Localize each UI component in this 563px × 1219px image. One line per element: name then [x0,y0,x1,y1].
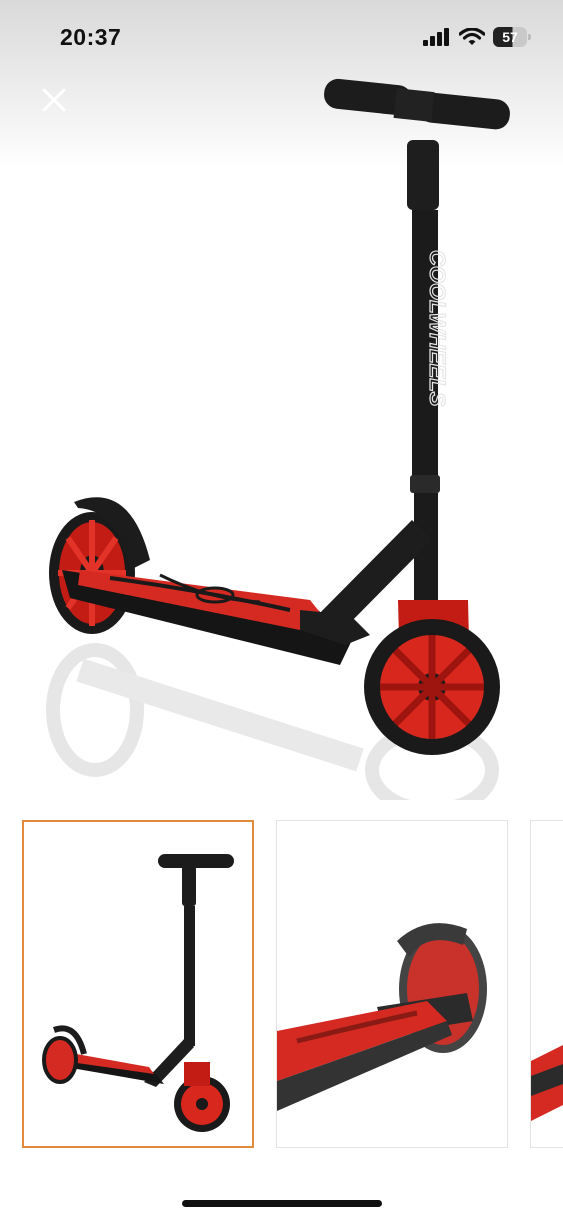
close-icon[interactable] [38,84,70,116]
main-product-image: COOLWHEELS [46,78,510,800]
home-indicator[interactable] [182,1200,382,1207]
status-bar: 20:37 57 [0,0,563,76]
status-icons: 57 [423,27,531,47]
scooter-handlebar [324,78,510,130]
thumbnail-1[interactable] [22,820,254,1148]
thumbnail-3[interactable] [530,820,563,1148]
thumbnail-strip[interactable] [0,818,563,1150]
thumbnail-2-image [277,923,487,1111]
scooter-front-wheel [364,619,500,755]
thumbnail-1-image [42,854,234,1132]
battery-icon: 57 [493,27,531,47]
thumbnail-3-image [531,1045,563,1121]
thumbnail-2[interactable] [276,820,508,1148]
scooter-logo: COOLWHEELS [425,250,450,407]
status-time: 20:37 [60,24,122,50]
wifi-icon [459,28,485,45]
battery-level: 57 [502,29,518,45]
cellular-signal-icon [423,28,449,46]
